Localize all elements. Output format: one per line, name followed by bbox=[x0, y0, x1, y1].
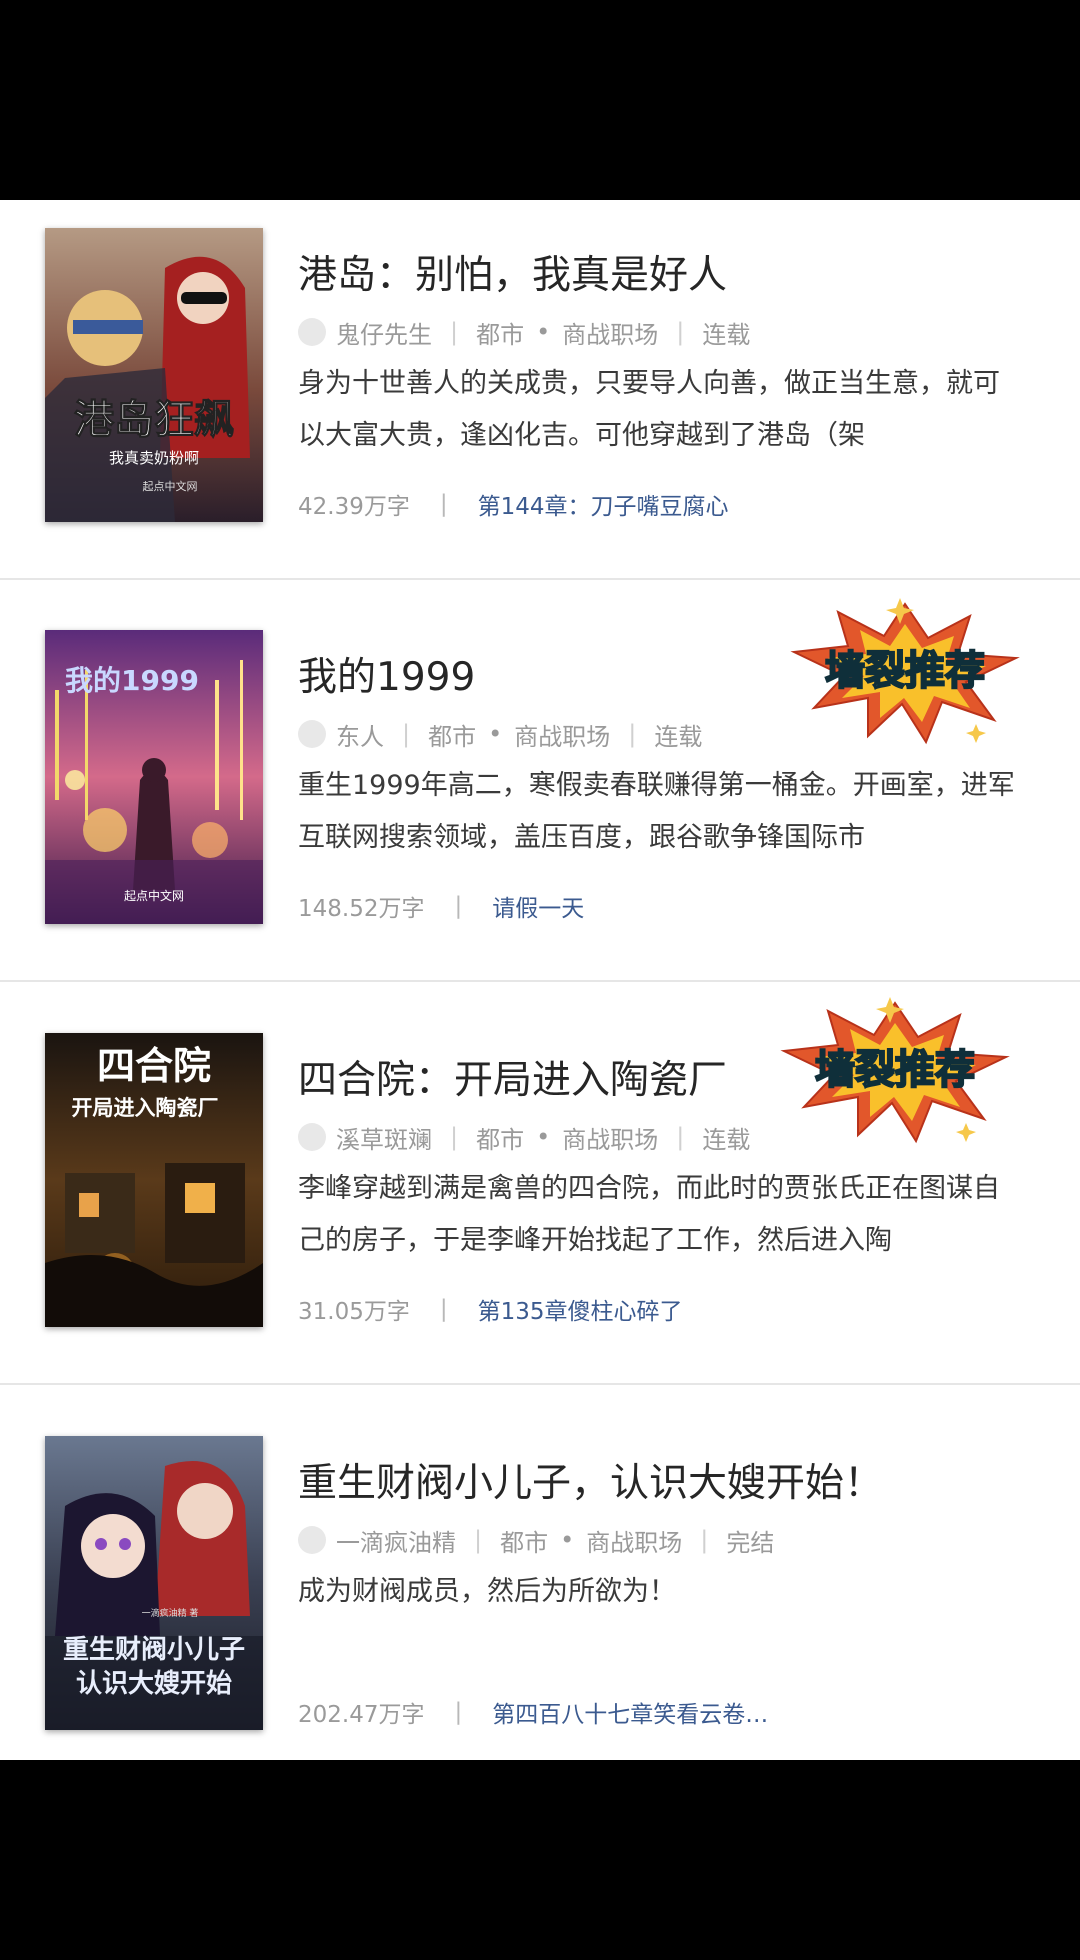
subcategory-label: 商战职场 bbox=[562, 320, 659, 349]
recommend-badge: 墙裂推荐 bbox=[780, 596, 1030, 746]
stats-separator: | bbox=[439, 1296, 448, 1322]
cover-subtitle-text: 开局进入陶瓷厂 bbox=[72, 1095, 219, 1120]
book-description: 重生1999年高二，寒假卖春联赚得第一桶金。开画室，进军互联网搜索领域，盖压百度… bbox=[298, 770, 1015, 853]
author-name[interactable]: 东人 bbox=[336, 717, 384, 752]
book-meta: 东人 | 都市 • 商战职场 | 连载 bbox=[298, 714, 702, 754]
book-meta: 溪草斑斓 | 都市 • 商战职场 | 连载 bbox=[298, 1117, 750, 1157]
status-label: 完结 bbox=[726, 1528, 775, 1557]
book-cover[interactable]: 港岛狂飙 我真卖奶粉啊 起点中文网 bbox=[45, 228, 263, 522]
meta-dot: • bbox=[536, 318, 551, 346]
book-description: 身为十世善人的关成贵，只要导人向善，做正当生意，就可以大富大贵，逢凶化吉。可他穿… bbox=[298, 368, 1000, 451]
status-label: 连载 bbox=[702, 1125, 751, 1154]
cover-title-text: 港岛狂飙 bbox=[74, 396, 234, 443]
book-list-item[interactable]: 一滴疯油精 著 重生财阀小儿子 认识大嫂开始 重生财阀小儿子，认识大嫂开始！ 一… bbox=[0, 1408, 1080, 1768]
stats-separator: | bbox=[439, 491, 448, 517]
book-cover[interactable]: 我的1999 起点中文网 bbox=[45, 630, 263, 924]
book-description: 成为财阀成员，然后为所欲为！ bbox=[298, 1576, 676, 1607]
meta-dot: • bbox=[536, 1123, 551, 1151]
cover-subtitle-text: 认识大嫂开始 bbox=[76, 1669, 232, 1699]
list-divider bbox=[0, 578, 1080, 580]
author-avatar-icon bbox=[298, 318, 326, 346]
author-name[interactable]: 溪草斑斓 bbox=[336, 1120, 432, 1155]
status-label: 连载 bbox=[654, 722, 703, 751]
latest-chapter-link[interactable]: 第四百八十七章笑看云卷… bbox=[492, 1695, 768, 1729]
book-title[interactable]: 重生财阀小儿子，认识大嫂开始！ bbox=[298, 1452, 883, 1508]
book-cover[interactable]: 一滴疯油精 著 重生财阀小儿子 认识大嫂开始 bbox=[45, 1436, 263, 1730]
book-meta: 一滴疯油精 | 都市 • 商战职场 | 完结 bbox=[298, 1520, 774, 1560]
book-description: 李峰穿越到满是禽兽的四合院，而此时的贾张氏正在图谋自己的房子，于是李峰开始找起了… bbox=[298, 1173, 1000, 1256]
subcategory-label: 商战职场 bbox=[514, 722, 611, 751]
meta-separator: | bbox=[402, 720, 411, 748]
book-stats: 31.05万字 | 第135章傻柱心碎了 bbox=[298, 1289, 683, 1329]
book-list: 港岛狂飙 我真卖奶粉啊 起点中文网 港岛：别怕，我真是好人 鬼仔先生 | 都市 … bbox=[0, 200, 1080, 1760]
badge-text: 墙裂推荐 bbox=[825, 648, 985, 694]
subcategory-label: 商战职场 bbox=[586, 1528, 683, 1557]
cover-publisher-text: 一滴疯油精 著 bbox=[142, 1607, 199, 1619]
meta-separator: | bbox=[700, 1526, 709, 1554]
list-divider bbox=[0, 1383, 1080, 1385]
book-stats: 202.47万字 | 第四百八十七章笑看云卷… bbox=[298, 1692, 768, 1732]
meta-separator: | bbox=[676, 318, 685, 346]
word-count: 202.47万字 bbox=[298, 1702, 425, 1728]
latest-chapter-link[interactable]: 第135章傻柱心碎了 bbox=[478, 1292, 683, 1326]
author-avatar-icon bbox=[298, 1123, 326, 1151]
meta-separator: | bbox=[628, 720, 637, 748]
book-list-item[interactable]: 港岛狂飙 我真卖奶粉啊 起点中文网 港岛：别怕，我真是好人 鬼仔先生 | 都市 … bbox=[0, 200, 1080, 560]
meta-dot: • bbox=[488, 720, 503, 748]
book-cover-art: 四合院 开局进入陶瓷厂 bbox=[45, 1033, 263, 1327]
top-black-bar bbox=[0, 0, 1080, 200]
list-divider bbox=[0, 980, 1080, 982]
author-avatar-icon bbox=[298, 1526, 326, 1554]
meta-separator: | bbox=[450, 1123, 459, 1151]
cover-subtitle-text: 我真卖奶粉啊 bbox=[109, 449, 199, 467]
book-cover-art: 一滴疯油精 著 重生财阀小儿子 认识大嫂开始 bbox=[45, 1436, 263, 1730]
stats-separator: | bbox=[454, 893, 463, 919]
book-cover[interactable]: 四合院 开局进入陶瓷厂 bbox=[45, 1033, 263, 1327]
status-label: 连载 bbox=[702, 320, 751, 349]
word-count: 31.05万字 bbox=[298, 1299, 410, 1325]
meta-separator: | bbox=[474, 1526, 483, 1554]
stats-separator: | bbox=[454, 1699, 463, 1725]
latest-chapter-link[interactable]: 请假一天 bbox=[492, 889, 584, 923]
author-avatar-icon bbox=[298, 720, 326, 748]
book-list-item[interactable]: 四合院 开局进入陶瓷厂 四合院：开局进入陶瓷厂 溪草斑斓 | 都市 • 商战职场… bbox=[0, 997, 1080, 1365]
category-label: 都市 bbox=[500, 1528, 549, 1557]
book-stats: 148.52万字 | 请假一天 bbox=[298, 886, 584, 926]
book-meta: 鬼仔先生 | 都市 • 商战职场 | 连载 bbox=[298, 312, 750, 352]
category-label: 都市 bbox=[428, 722, 477, 751]
author-name[interactable]: 一滴疯油精 bbox=[336, 1523, 456, 1558]
cover-title-text: 重生财阀小儿子 bbox=[63, 1635, 245, 1665]
word-count: 42.39万字 bbox=[298, 494, 410, 520]
book-title[interactable]: 四合院：开局进入陶瓷厂 bbox=[298, 1049, 727, 1105]
book-cover-art: 港岛狂飙 我真卖奶粉啊 起点中文网 bbox=[45, 228, 263, 522]
category-label: 都市 bbox=[476, 1125, 525, 1154]
category-label: 都市 bbox=[476, 320, 525, 349]
author-name[interactable]: 鬼仔先生 bbox=[336, 315, 432, 350]
meta-separator: | bbox=[676, 1123, 685, 1151]
cover-publisher-text: 起点中文网 bbox=[143, 479, 198, 493]
book-list-item[interactable]: 我的1999 起点中文网 我的1999 东人 | 都市 • 商战职场 | 连载 … bbox=[0, 598, 1080, 962]
book-cover-art: 我的1999 起点中文网 bbox=[45, 630, 263, 924]
cover-title-text: 四合院 bbox=[97, 1043, 211, 1088]
book-title[interactable]: 港岛：别怕，我真是好人 bbox=[298, 244, 727, 300]
bottom-black-bar bbox=[0, 1760, 1080, 1960]
subcategory-label: 商战职场 bbox=[562, 1125, 659, 1154]
badge-text: 墙裂推荐 bbox=[815, 1047, 975, 1093]
latest-chapter-link[interactable]: 第144章：刀子嘴豆腐心 bbox=[478, 487, 729, 521]
book-title[interactable]: 我的1999 bbox=[298, 646, 475, 702]
book-stats: 42.39万字 | 第144章：刀子嘴豆腐心 bbox=[298, 484, 729, 524]
meta-dot: • bbox=[560, 1526, 575, 1554]
cover-publisher-text: 起点中文网 bbox=[124, 888, 184, 903]
meta-separator: | bbox=[450, 318, 459, 346]
recommend-badge: 墙裂推荐 bbox=[770, 995, 1020, 1145]
word-count: 148.52万字 bbox=[298, 896, 425, 922]
cover-title-text: 我的1999 bbox=[65, 664, 199, 697]
